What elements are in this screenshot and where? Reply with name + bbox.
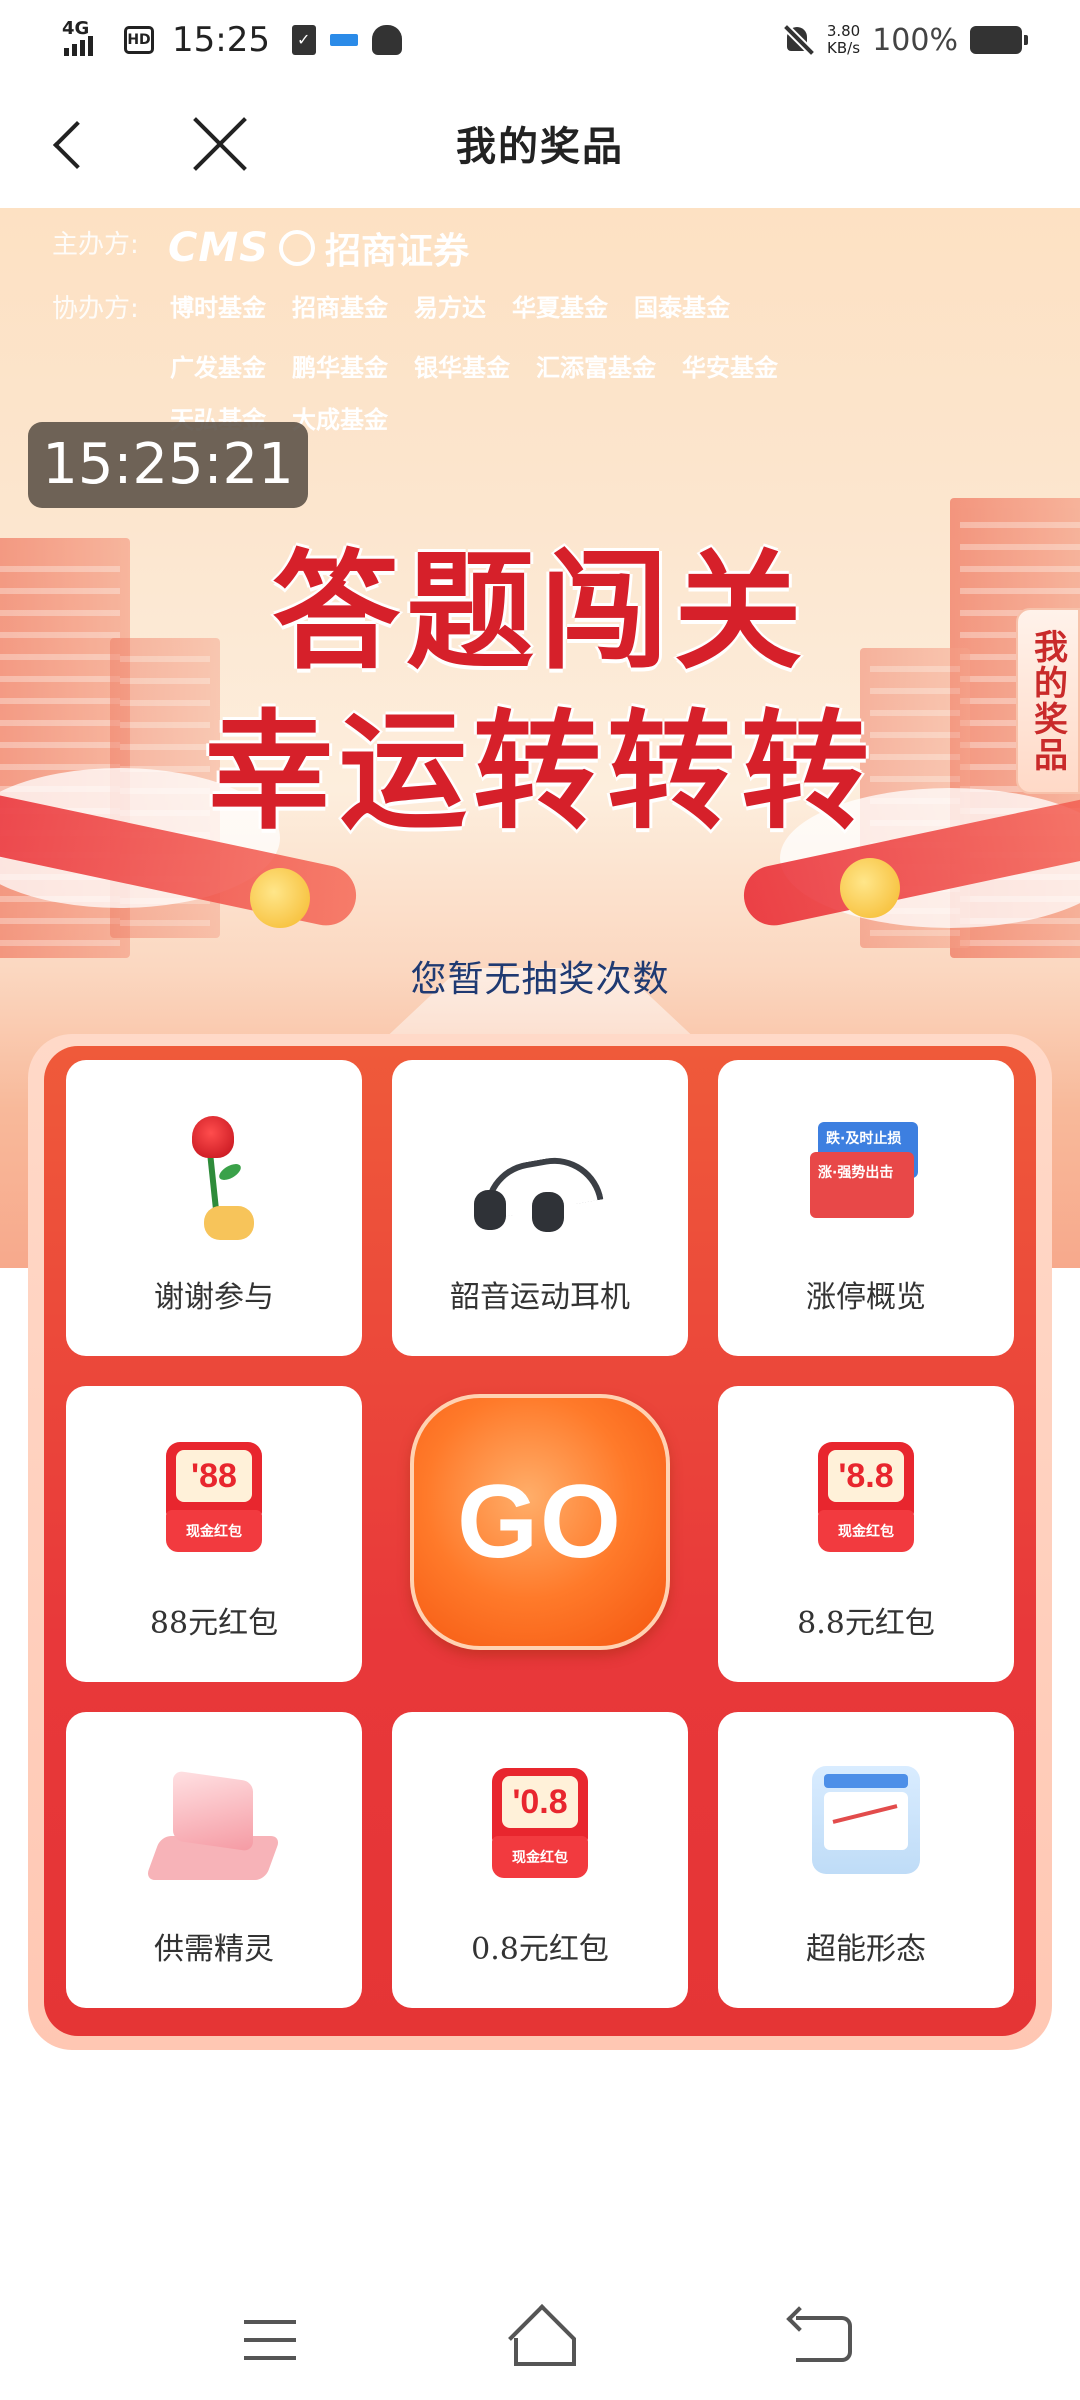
- my-prizes-tab[interactable]: 我的奖品: [1016, 608, 1080, 794]
- chart-pattern-icon: [812, 1766, 920, 1874]
- back-icon[interactable]: [796, 2316, 852, 2362]
- cohost-row-1: 博时基金 招商基金 易方达 华夏基金 国泰基金: [170, 288, 730, 323]
- supply-demand-icon: [144, 1770, 282, 1882]
- cohost-logo: 国泰基金: [634, 294, 730, 322]
- red-envelope-icon: '8.8 现金红包: [818, 1442, 914, 1552]
- rose-icon: [164, 1116, 264, 1246]
- qq-icon: [371, 25, 402, 55]
- prize-label: 涨停概览: [806, 1280, 926, 1315]
- cohost-row-2: 广发基金 鹏华基金 银华基金 汇添富基金 华安基金: [170, 348, 778, 383]
- prize-label: 8.8元红包: [797, 1606, 935, 1641]
- prize-cell-88-envelope: '88 现金红包 88元红包: [66, 1386, 362, 1682]
- countdown-timer: 15:25:21: [28, 422, 308, 508]
- cohost-logo: 博时基金: [170, 294, 266, 322]
- cohost-logo: 汇添富基金: [536, 354, 656, 382]
- signal-icon: 4G: [62, 18, 110, 60]
- cohost-logo: 广发基金: [170, 354, 266, 382]
- cohost-logo: 鹏华基金: [292, 354, 388, 382]
- cohost-logo: 银华基金: [414, 354, 510, 382]
- prize-label: 超能形态: [806, 1932, 926, 1967]
- battery-icon: [970, 26, 1028, 54]
- prize-label: 韶音运动耳机: [450, 1280, 630, 1315]
- draw-chances-text: 您暂无抽奖次数: [410, 959, 670, 1000]
- host-label: 主办方:: [52, 230, 139, 260]
- headphones-icon: [470, 1130, 610, 1240]
- prize-label: 谢谢参与: [154, 1280, 274, 1315]
- system-nav-bar: [0, 2272, 1080, 2400]
- prize-cell-0.8-envelope: '0.8 现金红包 0.8元红包: [392, 1712, 688, 2008]
- envelope-caption: 现金红包: [166, 1510, 262, 1552]
- cohost-logo: 华安基金: [682, 354, 778, 382]
- prize-cell-chart-pattern: 超能形态: [718, 1712, 1014, 2008]
- cms-logo: CMS: [168, 225, 269, 271]
- envelope-amount: '88: [176, 1450, 252, 1502]
- host-name: 招商证券: [324, 231, 469, 272]
- menu-icon[interactable]: [244, 2320, 296, 2360]
- prize-cell-market-overview: 跌·及时止损 涨·强势出击 涨停概览: [718, 1060, 1014, 1356]
- market-cards-icon: 跌·及时止损 涨·强势出击: [810, 1122, 922, 1222]
- red-envelope-icon: '88 现金红包: [166, 1442, 262, 1552]
- cohost-logo: 华夏基金: [512, 294, 608, 322]
- task-icon: [291, 25, 316, 55]
- prize-cell-headphones: 韶音运动耳机: [392, 1060, 688, 1356]
- prize-cell-8.8-envelope: '8.8 现金红包 8.8元红包: [718, 1386, 1014, 1682]
- page-title: 我的奖品: [456, 124, 624, 170]
- mute-bell-icon: [781, 23, 815, 57]
- envelope-amount: '0.8: [502, 1776, 578, 1828]
- home-icon[interactable]: [506, 2308, 576, 2366]
- cohost-label: 协办方:: [52, 294, 139, 324]
- status-bar: 4G HD 15:25 3.80 KB/s 100%: [0, 0, 1080, 82]
- envelope-caption: 现金红包: [818, 1510, 914, 1552]
- cohost-logo: 易方达: [414, 294, 486, 322]
- prize-label: 供需精灵: [154, 1932, 274, 1967]
- prize-cell-supply-demand: 供需精灵: [66, 1712, 362, 2008]
- card-top-text: 跌·及时止损: [826, 1131, 902, 1147]
- go-button[interactable]: GO: [410, 1394, 670, 1650]
- go-button-label: GO: [457, 1463, 623, 1580]
- prize-cell-thanks: 谢谢参与: [66, 1060, 362, 1356]
- envelope-amount: '8.8: [828, 1450, 904, 1502]
- app-notification-icon: [329, 34, 358, 46]
- my-prizes-tab-label: 我的奖品: [1027, 629, 1068, 773]
- coin-icon: [250, 868, 310, 928]
- battery-percent: 100%: [872, 22, 958, 58]
- status-time: 15:25: [172, 20, 270, 60]
- cms-mark-icon: [278, 230, 315, 266]
- host-logo: CMS 招商证券: [168, 222, 469, 274]
- card-bottom-text: 涨·强势出击: [818, 1165, 894, 1181]
- headline-line-1: 答题闯关: [271, 538, 808, 687]
- headline-line-2: 幸运转转转: [204, 698, 875, 847]
- envelope-caption: 现金红包: [492, 1836, 588, 1878]
- cohost-logo: 招商基金: [292, 294, 388, 322]
- network-speed: 3.80 KB/s: [826, 22, 861, 57]
- prize-label: 0.8元红包: [471, 1932, 609, 1967]
- prize-label: 88元红包: [149, 1606, 279, 1641]
- nav-bar: 我的奖品: [0, 82, 1080, 208]
- red-envelope-icon: '0.8 现金红包: [492, 1768, 588, 1878]
- hd-icon: HD: [124, 26, 154, 54]
- coin-icon: [840, 858, 900, 918]
